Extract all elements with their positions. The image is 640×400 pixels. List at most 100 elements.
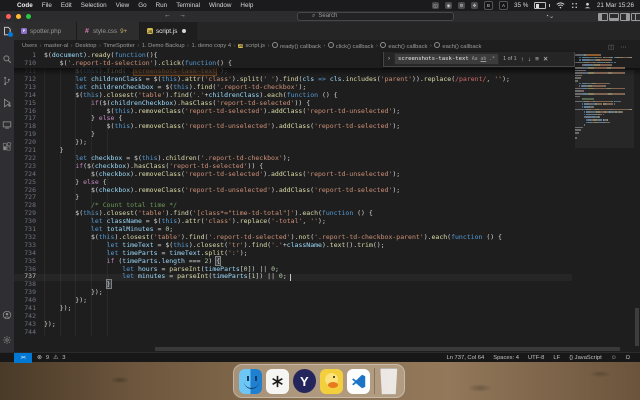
tab-script.js[interactable]: JS script.js <box>140 22 197 40</box>
extensions-icon[interactable] <box>2 142 12 152</box>
profile-icon[interactable]: ◔⌄ <box>545 12 554 20</box>
notifications-bell-icon[interactable]: Ω <box>626 355 630 361</box>
menu-item-go[interactable]: Go <box>138 2 146 9</box>
minimap-line <box>608 121 610 124</box>
breadcrumb: Users › master-al › Desktop › TimeSpotter › 1. D… <box>14 40 640 52</box>
minimap-line <box>594 67 606 69</box>
breadcrumb-item[interactable]: Users <box>22 43 37 49</box>
explorer-badge <box>8 32 13 37</box>
status-app-icon-1[interactable]: ◱ <box>432 2 440 9</box>
breadcrumb-item[interactable]: ready() callback <box>271 42 321 50</box>
language-mode[interactable]: {} JavaScript <box>569 355 602 361</box>
minimap-line <box>575 72 585 74</box>
find-close-icon[interactable]: ✕ <box>543 55 548 63</box>
breadcrumb-item[interactable]: TimeSpotter <box>103 43 134 49</box>
status-app-icon-3[interactable]: ⚙ <box>458 2 466 9</box>
minimap-line <box>584 64 594 66</box>
history-nav-arrows[interactable]: ←→ <box>164 12 194 19</box>
user-switch-icon[interactable] <box>584 2 591 9</box>
app-menu-code[interactable]: Code <box>17 2 33 9</box>
dock-vscode-icon[interactable] <box>346 368 370 394</box>
dock-chatgpt-icon[interactable] <box>265 368 289 394</box>
breadcrumb-item[interactable]: 1. demo copy 4 <box>191 43 231 49</box>
account-icon[interactable] <box>2 310 12 320</box>
status-app-icon-a[interactable]: A <box>499 1 509 10</box>
search-sidebar-icon[interactable] <box>2 54 12 64</box>
toggle-panel-icon[interactable] <box>609 13 619 21</box>
toggle-sidebar-icon[interactable] <box>598 13 608 21</box>
indentation[interactable]: Spaces: 4 <box>493 355 519 361</box>
customize-layout-icon[interactable] <box>631 13 640 21</box>
menu-item-run[interactable]: Run <box>156 2 168 9</box>
status-app-icon-4[interactable]: ❖ <box>471 2 479 9</box>
match-case-icon[interactable]: Aa <box>472 57 478 62</box>
breadcrumb-item[interactable]: master-al <box>44 43 68 49</box>
wifi-icon[interactable] <box>556 2 565 9</box>
breadcrumb-item[interactable]: each() callback <box>380 42 427 50</box>
errors-count: 9 <box>45 354 50 361</box>
zoom-window-button[interactable] <box>26 13 31 19</box>
eol-sequence[interactable]: LF <box>553 355 560 361</box>
command-center-search[interactable]: ⌕ Search <box>297 11 454 21</box>
regex-icon[interactable]: .* <box>489 57 495 62</box>
vertical-scrollbar[interactable] <box>635 308 639 346</box>
menu-item-edit[interactable]: Edit <box>61 2 72 9</box>
source-control-icon[interactable] <box>2 76 12 86</box>
remote-indicator[interactable]: >< <box>14 352 32 363</box>
minimize-window-button[interactable] <box>16 13 21 19</box>
menu-item-window[interactable]: Window <box>209 2 231 9</box>
encoding[interactable]: UTF-8 <box>528 355 544 361</box>
indent-guide <box>106 68 108 336</box>
find-in-selection-icon[interactable]: ≡ <box>535 56 539 63</box>
editor-actions[interactable]: ◫⋯ <box>608 43 633 51</box>
dock-yandex-icon[interactable]: Y <box>292 369 316 394</box>
minimap-line <box>575 87 583 90</box>
breadcrumb-item[interactable]: click() callback <box>327 42 373 50</box>
dock-trash-icon[interactable] <box>380 367 398 395</box>
minimap-line <box>613 61 617 64</box>
menu-item-selection[interactable]: Selection <box>81 2 107 9</box>
problems-status[interactable]: ⊗ 9 ⚠ 3 <box>37 355 66 361</box>
find-expand-chevron-icon[interactable]: › <box>388 56 390 62</box>
tab-problems-badge: 9+ <box>120 27 128 35</box>
toggle-secondary-sidebar-icon[interactable] <box>620 13 630 21</box>
minimap-line <box>599 59 611 61</box>
run-debug-icon[interactable] <box>2 98 12 108</box>
minimap[interactable] <box>575 52 634 346</box>
minimap-line <box>575 126 584 129</box>
status-app-icon-2[interactable]: ◉ <box>445 2 453 9</box>
menu-item-view[interactable]: View <box>116 2 130 9</box>
explorer-icon[interactable] <box>2 26 13 37</box>
breadcrumb-item[interactable]: Desktop <box>75 43 96 49</box>
breadcrumb-item[interactable]: JS script.js <box>238 43 265 49</box>
battery-icon[interactable] <box>534 2 550 9</box>
find-next-icon[interactable]: ↓ <box>528 56 531 63</box>
feedback-icon[interactable]: ☺ <box>611 355 617 361</box>
menu-item-terminal[interactable]: Terminal <box>176 2 200 9</box>
breadcrumb-item[interactable]: 1. Demo Backup <box>142 43 185 49</box>
find-previous-icon[interactable]: ↑ <box>521 56 524 63</box>
minimap-line <box>575 95 580 98</box>
dock-duck-icon[interactable] <box>319 368 343 394</box>
find-input[interactable]: screenshots-task-text Aa ab .* <box>394 53 500 65</box>
code-editor[interactable]: 711 $(this).find('.screenshots-task-text… <box>14 52 640 346</box>
status-app-icon-b[interactable]: B <box>484 1 494 10</box>
horizontal-scrollbar[interactable] <box>155 347 620 351</box>
whole-word-icon[interactable]: ab <box>481 57 487 62</box>
settings-gear-icon[interactable] <box>2 335 12 345</box>
menu-item-file[interactable]: File <box>42 2 52 9</box>
tab-style.css[interactable]: # style.css 9+ <box>77 22 140 40</box>
minimap-line <box>575 137 577 139</box>
tab-spotter.php[interactable]: Pspotter.php <box>14 22 77 40</box>
cursor-position[interactable]: Ln 737, Col 64 <box>446 355 484 361</box>
dock-finder-icon[interactable] <box>239 368 262 394</box>
breadcrumb-separator: › <box>70 43 73 49</box>
breadcrumb-separator: › <box>98 43 101 49</box>
remote-explorer-icon[interactable] <box>2 120 12 130</box>
menu-item-help[interactable]: Help <box>240 2 253 9</box>
close-window-button[interactable] <box>6 13 11 19</box>
menu-bar-clock[interactable]: 21 Mar 15:26 <box>597 2 634 9</box>
minimap-line <box>602 113 604 116</box>
input-source-icon[interactable] <box>571 2 578 9</box>
breadcrumb-item[interactable]: each() callback <box>434 42 481 50</box>
